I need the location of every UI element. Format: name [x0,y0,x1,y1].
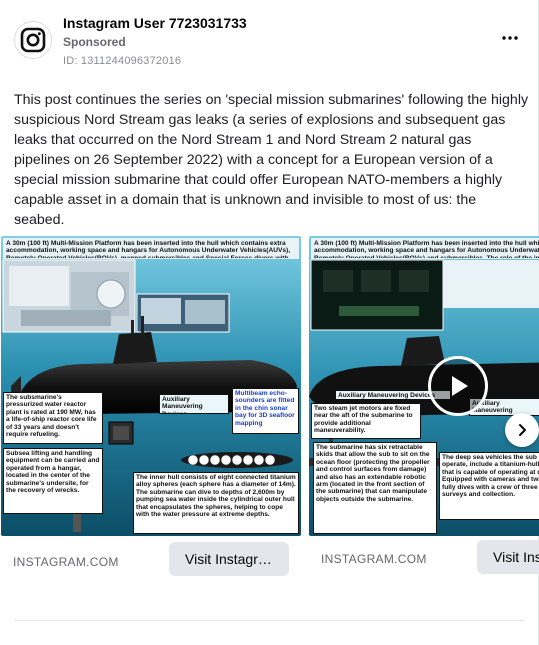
more-dots-icon[interactable] [496,28,524,48]
link-domain[interactable]: INSTAGRAM.COM [13,555,119,569]
page-name[interactable]: Instagram User 7723031733 [63,15,247,31]
ad-id: ID: 1311244096372016 [63,55,182,67]
carousel-card-footer-2: INSTAGRAM.COM Visit Ins [309,536,539,581]
carousel-card-2[interactable]: A 30m (100 ft) Multi-Mission Platform ha… [309,236,539,581]
caption-inner-hull: The inner hull consists of eight connect… [133,472,299,534]
caption-steam-jets: Two steam jet motors are fixed near the … [311,403,421,439]
caption-lifting: Subsea lifting and handling equipment ca… [3,448,103,514]
caption-multi-mission-platform: A 30m (100 ft) Multi-Mission Platform ha… [3,238,299,259]
card-divider [14,620,525,621]
chevron-right-icon[interactable] [505,413,539,447]
carousel-card-footer-1: INSTAGRAM.COM Visit Instagr… [1,536,301,581]
sponsored-post-card: Instagram User 7723031733 Sponsored ID: … [0,0,539,645]
play-icon[interactable] [428,356,488,416]
see-more-ellipsis[interactable]: ... [14,208,25,223]
submarine-infographic-image-1[interactable]: A 30m (100 ft) Multi-Mission Platform ha… [1,236,301,536]
submarine-infographic-image-2[interactable]: A 30m (100 ft) Multi-Mission Platform ha… [309,236,539,536]
link-domain[interactable]: INSTAGRAM.COM [321,552,427,566]
caption-retractable-skids: The submarine has six retractable skids … [313,442,437,534]
caption-auxiliary-maneuvering: Auxiliary Maneuvering Devices [159,394,229,414]
ad-carousel[interactable]: A 30m (100 ft) Multi-Mission Platform ha… [0,236,539,581]
caption-role [443,260,539,308]
caption-reactor: The subsmarine's pressurized water react… [3,392,103,444]
sponsored-label: Sponsored [63,35,126,49]
caption-sonar: Multibeam echo-sounders are fitted in th… [232,388,299,434]
caption-multi-mission-platform: A 30m (100 ft) Multi-Mission Platform ha… [311,238,539,259]
caption-deep-sea-vehicles: The deep sea vehicles the sub can carry … [439,452,539,520]
visit-instagram-button[interactable]: Visit Instagr… [169,542,289,576]
instagram-logo-icon[interactable] [14,21,52,59]
visit-instagram-button[interactable]: Visit Ins [477,540,539,574]
post-text: This post continues the series on 'speci… [14,92,529,228]
carousel-card-1[interactable]: A 30m (100 ft) Multi-Mission Platform ha… [1,236,301,581]
